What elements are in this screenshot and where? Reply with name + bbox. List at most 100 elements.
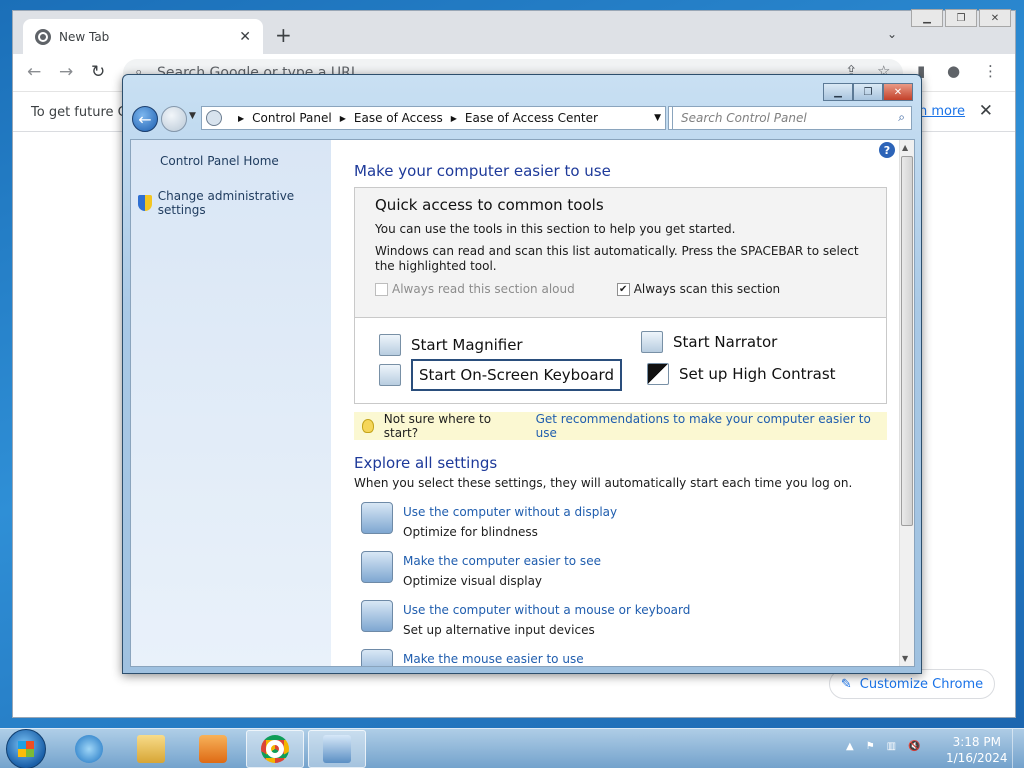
- keyboard-icon: [379, 364, 401, 386]
- network-icon[interactable]: ▥: [887, 741, 896, 752]
- start-on-screen-keyboard-button[interactable]: Start On-Screen Keyboard: [379, 359, 622, 391]
- cp-close-button[interactable]: ✕: [883, 83, 913, 101]
- read-aloud-checkbox-box[interactable]: [375, 282, 388, 296]
- recommendations-tip: Not sure where to start? Get recommendat…: [354, 412, 887, 440]
- internet-explorer-icon: [75, 735, 103, 763]
- tab-search-icon[interactable]: ⌄: [887, 27, 897, 41]
- reload-icon[interactable]: ↻: [91, 62, 105, 82]
- taskbar-chrome[interactable]: [246, 730, 304, 768]
- breadcrumb-ease-of-access[interactable]: Ease of Access: [354, 111, 443, 125]
- media-player-icon: [199, 735, 227, 763]
- setting-easier-to-see-link[interactable]: Make the computer easier to see: [403, 551, 601, 571]
- action-center-flag-icon[interactable]: ⚑: [866, 741, 875, 752]
- tab-title: New Tab: [59, 29, 110, 44]
- setting-no-display-desc: Optimize for blindness: [403, 525, 538, 539]
- start-narrator-button[interactable]: Start Narrator: [641, 331, 777, 353]
- cp-forward-button[interactable]: [161, 106, 187, 132]
- menu-kebab-icon[interactable]: ⋮: [983, 62, 998, 80]
- cp-content: ? Make your computer easier to use Quick…: [331, 140, 901, 666]
- quick-access-options: Always read this section aloud ✔ Always …: [375, 282, 886, 296]
- volume-muted-icon[interactable]: 🔇: [908, 741, 920, 752]
- back-arrow-icon[interactable]: ←: [27, 62, 41, 82]
- control-panel-window: ▁ ❐ ✕ ← ▼ ▶ Control Panel ▶ Ease of Acce…: [122, 74, 922, 674]
- taskbar-control-panel[interactable]: [308, 730, 366, 768]
- quick-access-header: Quick access to common tools You can use…: [355, 188, 886, 318]
- mouse-icon: [361, 649, 393, 666]
- forward-arrow-icon[interactable]: →: [59, 62, 73, 82]
- pencil-icon: ✎: [840, 676, 852, 692]
- clock-time: 3:18 PM: [952, 735, 1001, 749]
- change-admin-settings-link[interactable]: Change administrative settings: [137, 189, 331, 217]
- infobar-text: To get future Go: [31, 105, 136, 120]
- explore-settings-title: Explore all settings: [354, 454, 498, 472]
- address-dropdown-icon[interactable]: ▼: [654, 113, 661, 123]
- breadcrumb-arrow-icon[interactable]: ▶: [451, 114, 457, 123]
- cp-title-bar[interactable]: ▁ ❐ ✕: [123, 75, 921, 103]
- start-on-screen-keyboard-label: Start On-Screen Keyboard: [411, 359, 622, 391]
- tab-new-tab[interactable]: New Tab ✕: [23, 19, 263, 54]
- setting-no-display-link[interactable]: Use the computer without a display: [403, 502, 617, 522]
- chrome-minimize-button[interactable]: ▁: [911, 9, 943, 27]
- uac-shield-icon: [137, 194, 152, 212]
- taskbar-file-explorer[interactable]: [122, 730, 180, 768]
- setting-easier-to-see-desc: Optimize visual display: [403, 574, 543, 588]
- setting-easier-to-see[interactable]: Make the computer easier to see Optimize…: [361, 551, 601, 591]
- cp-minimize-button[interactable]: ▁: [823, 83, 853, 101]
- quick-access-line2: Windows can read and scan this list auto…: [375, 244, 859, 273]
- clock[interactable]: 3:18 PM 1/16/2024: [946, 734, 1008, 766]
- scan-checkbox[interactable]: ✔ Always scan this section: [616, 282, 780, 296]
- light-bulb-icon: [362, 419, 374, 433]
- recent-pages-dropdown-icon[interactable]: ▼: [189, 111, 196, 121]
- new-tab-button[interactable]: +: [275, 25, 292, 45]
- taskbar-media-player[interactable]: [184, 730, 242, 768]
- cp-address-bar[interactable]: ▶ Control Panel ▶ Ease of Access ▶ Ease …: [201, 106, 666, 130]
- breadcrumb-ease-of-access-center[interactable]: Ease of Access Center: [465, 111, 598, 125]
- cp-maximize-button[interactable]: ❐: [853, 83, 883, 101]
- screen-reader-icon: [361, 502, 393, 534]
- breadcrumb-arrow-icon[interactable]: ▶: [238, 114, 244, 123]
- infobar-learn-more-link[interactable]: n more: [919, 104, 965, 119]
- person-icon: [361, 600, 393, 632]
- control-panel-icon: [323, 735, 351, 763]
- cp-back-button[interactable]: ←: [132, 106, 158, 132]
- show-hidden-icons-icon[interactable]: ▲: [846, 741, 854, 752]
- scan-checkbox-box[interactable]: ✔: [616, 282, 630, 296]
- explore-settings-description: When you select these settings, they wil…: [354, 476, 853, 490]
- taskbar: ▲ ⚑ ▥ 🔇 3:18 PM 1/16/2024: [0, 728, 1024, 768]
- infobar-close-icon[interactable]: ✕: [979, 101, 993, 121]
- help-icon[interactable]: ?: [879, 142, 895, 158]
- breadcrumb-arrow-icon[interactable]: ▶: [340, 114, 346, 123]
- set-up-high-contrast-button[interactable]: Set up High Contrast: [647, 363, 836, 385]
- chrome-close-button[interactable]: ✕: [979, 9, 1011, 27]
- taskbar-internet-explorer[interactable]: [60, 730, 118, 768]
- setting-no-mouse-keyboard-link[interactable]: Use the computer without a mouse or keyb…: [403, 600, 690, 620]
- show-desktop-button[interactable]: [1012, 729, 1024, 768]
- start-narrator-label: Start Narrator: [673, 333, 778, 351]
- read-aloud-checkbox[interactable]: Always read this section aloud: [375, 282, 575, 296]
- folder-icon: [137, 735, 165, 763]
- page-title: Make your computer easier to use: [354, 162, 611, 180]
- setting-no-display[interactable]: Use the computer without a display Optim…: [361, 502, 617, 542]
- profile-avatar-icon[interactable]: ●: [947, 62, 960, 80]
- tab-close-icon[interactable]: ✕: [239, 29, 251, 45]
- cp-body: Control Panel Home Change administrative…: [130, 139, 915, 667]
- control-panel-home-link[interactable]: Control Panel Home: [160, 154, 279, 168]
- scroll-down-arrow-icon[interactable]: ▼: [902, 654, 908, 663]
- start-magnifier-button[interactable]: Start Magnifier: [379, 334, 523, 356]
- magnifier-icon: [379, 334, 401, 356]
- scroll-thumb[interactable]: [901, 156, 913, 526]
- get-recommendations-link[interactable]: Get recommendations to make your compute…: [536, 412, 887, 440]
- chrome-maximize-button[interactable]: ❐: [945, 9, 977, 27]
- cp-search-input[interactable]: Search Control Panel ⌕: [672, 106, 912, 130]
- chrome-window-controls: ▁ ❐ ✕: [911, 9, 1011, 27]
- customize-chrome-label: Customize Chrome: [859, 676, 984, 692]
- setting-mouse-easier[interactable]: Make the mouse easier to use: [361, 649, 584, 666]
- breadcrumb-control-panel[interactable]: Control Panel: [252, 111, 332, 125]
- setting-no-mouse-keyboard[interactable]: Use the computer without a mouse or keyb…: [361, 600, 690, 640]
- start-button[interactable]: [6, 729, 46, 768]
- cp-scrollbar[interactable]: ▲ ▼: [899, 140, 914, 666]
- scroll-up-arrow-icon[interactable]: ▲: [902, 143, 908, 152]
- search-icon[interactable]: ⌕: [898, 110, 905, 125]
- setting-mouse-easier-link[interactable]: Make the mouse easier to use: [403, 649, 584, 666]
- tab-strip: New Tab ✕ + ⌄ ▁ ❐ ✕: [13, 9, 1015, 54]
